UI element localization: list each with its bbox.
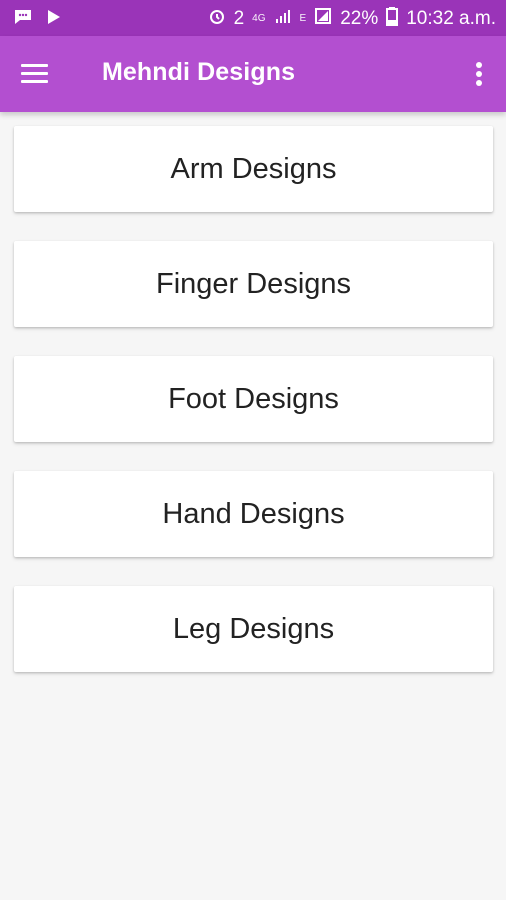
category-card-hand[interactable]: Hand Designs	[14, 471, 493, 557]
secondary-network: E	[299, 13, 307, 24]
category-list: Arm Designs Finger Designs Foot Designs …	[14, 126, 493, 701]
category-label: Leg Designs	[172, 612, 335, 645]
category-label: Arm Designs	[170, 152, 337, 185]
play-store-icon	[44, 7, 64, 33]
app-bar: Mehndi Designs	[0, 36, 506, 112]
more-vert-icon[interactable]	[476, 62, 482, 86]
signal-icon	[274, 7, 292, 31]
category-card-arm[interactable]: Arm Designs	[14, 126, 493, 212]
category-card-foot[interactable]: Foot Designs	[14, 356, 493, 442]
sim-badge: 2	[233, 8, 245, 29]
battery-percent: 22%	[340, 8, 379, 29]
alarm-icon	[208, 7, 226, 31]
status-left-icons	[12, 7, 64, 33]
status-right-icons: 2 4G E 22% 10:32 a.m.	[208, 6, 496, 32]
page-title: Mehndi Designs	[102, 58, 296, 86]
status-bar: 2 4G E 22% 10:32 a.m.	[0, 0, 506, 36]
chat-icon	[12, 7, 34, 33]
category-label: Hand Designs	[162, 497, 345, 530]
category-label: Foot Designs	[168, 382, 339, 415]
category-label: Finger Designs	[155, 267, 352, 300]
status-time: 10:32 a.m.	[406, 8, 496, 29]
category-card-finger[interactable]: Finger Designs	[14, 241, 493, 327]
network-type: 4G	[252, 13, 266, 24]
menu-icon[interactable]	[21, 64, 48, 84]
signal-icon-secondary	[314, 7, 332, 31]
category-card-leg[interactable]: Leg Designs	[14, 586, 493, 672]
battery-icon	[386, 6, 399, 32]
